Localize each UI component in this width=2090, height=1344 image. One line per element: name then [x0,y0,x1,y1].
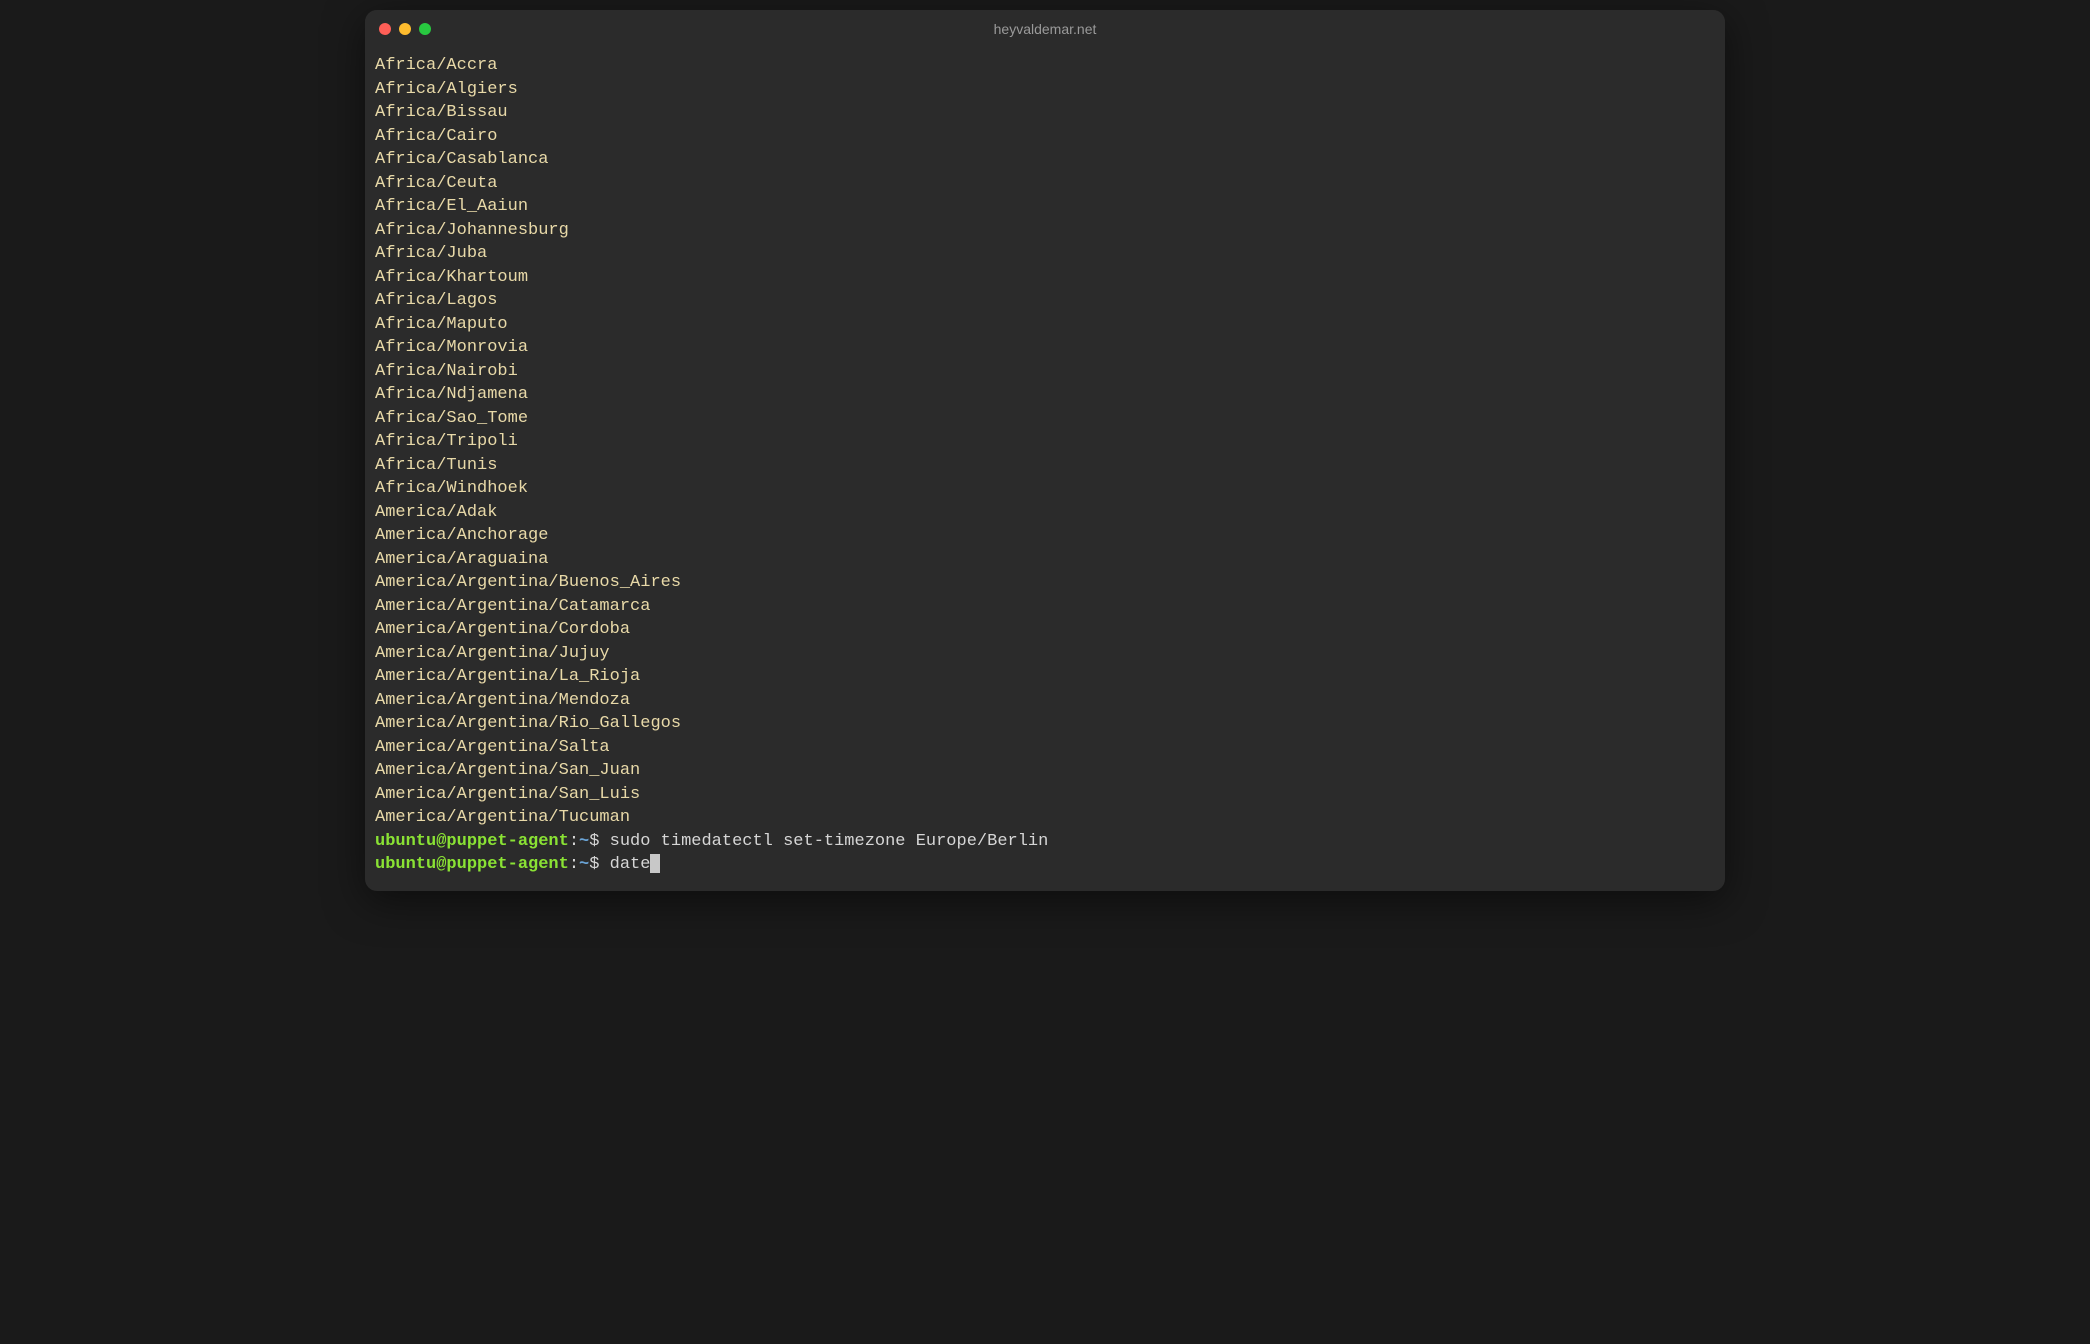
timezone-line: Africa/Ndjamena [375,383,1715,407]
timezone-line: Africa/Lagos [375,289,1715,313]
timezone-line: Africa/Johannesburg [375,219,1715,243]
timezone-line: America/Argentina/Buenos_Aires [375,571,1715,595]
command-2: date [610,855,651,874]
timezone-list: Africa/AccraAfrica/AlgiersAfrica/BissauA… [375,54,1715,830]
prompt-symbol: $ [589,832,609,851]
timezone-line: Africa/Algiers [375,78,1715,102]
timezone-line: America/Argentina/Salta [375,736,1715,760]
timezone-line: America/Argentina/Catamarca [375,595,1715,619]
prompt-line-2: ubuntu@puppet-agent:~$ date [375,853,1715,877]
prompt-user-host: ubuntu@puppet-agent [375,832,569,851]
timezone-line: America/Argentina/San_Juan [375,759,1715,783]
titlebar: heyvaldemar.net [365,10,1725,48]
timezone-line: Africa/Monrovia [375,336,1715,360]
timezone-line: Africa/Ceuta [375,172,1715,196]
prompt-user-host: ubuntu@puppet-agent [375,855,569,874]
timezone-line: America/Argentina/Cordoba [375,618,1715,642]
traffic-lights [379,23,431,35]
timezone-line: Africa/El_Aaiun [375,195,1715,219]
timezone-line: America/Argentina/Jujuy [375,642,1715,666]
timezone-line: Africa/Bissau [375,101,1715,125]
timezone-line: America/Anchorage [375,524,1715,548]
timezone-line: America/Argentina/San_Luis [375,783,1715,807]
timezone-line: Africa/Maputo [375,313,1715,337]
timezone-line: Africa/Casablanca [375,148,1715,172]
prompt-symbol: $ [589,855,609,874]
prompt-line-1: ubuntu@puppet-agent:~$ sudo timedatectl … [375,830,1715,854]
timezone-line: America/Argentina/Mendoza [375,689,1715,713]
timezone-line: Africa/Juba [375,242,1715,266]
timezone-line: Africa/Nairobi [375,360,1715,384]
terminal-window: heyvaldemar.net Africa/AccraAfrica/Algie… [365,10,1725,891]
minimize-icon[interactable] [399,23,411,35]
timezone-line: Africa/Windhoek [375,477,1715,501]
window-title: heyvaldemar.net [994,21,1097,37]
timezone-line: Africa/Khartoum [375,266,1715,290]
prompt-path: ~ [579,855,589,874]
close-icon[interactable] [379,23,391,35]
timezone-line: Africa/Accra [375,54,1715,78]
cursor-icon [650,854,660,873]
timezone-line: America/Argentina/La_Rioja [375,665,1715,689]
timezone-line: Africa/Cairo [375,125,1715,149]
timezone-line: Africa/Tripoli [375,430,1715,454]
terminal-body[interactable]: Africa/AccraAfrica/AlgiersAfrica/BissauA… [365,48,1725,891]
timezone-line: America/Adak [375,501,1715,525]
prompt-colon: : [569,855,579,874]
timezone-line: America/Argentina/Rio_Gallegos [375,712,1715,736]
prompt-path: ~ [579,832,589,851]
timezone-line: Africa/Tunis [375,454,1715,478]
prompt-colon: : [569,832,579,851]
timezone-line: America/Araguaina [375,548,1715,572]
maximize-icon[interactable] [419,23,431,35]
timezone-line: America/Argentina/Tucuman [375,806,1715,830]
timezone-line: Africa/Sao_Tome [375,407,1715,431]
command-1: sudo timedatectl set-timezone Europe/Ber… [610,832,1049,851]
